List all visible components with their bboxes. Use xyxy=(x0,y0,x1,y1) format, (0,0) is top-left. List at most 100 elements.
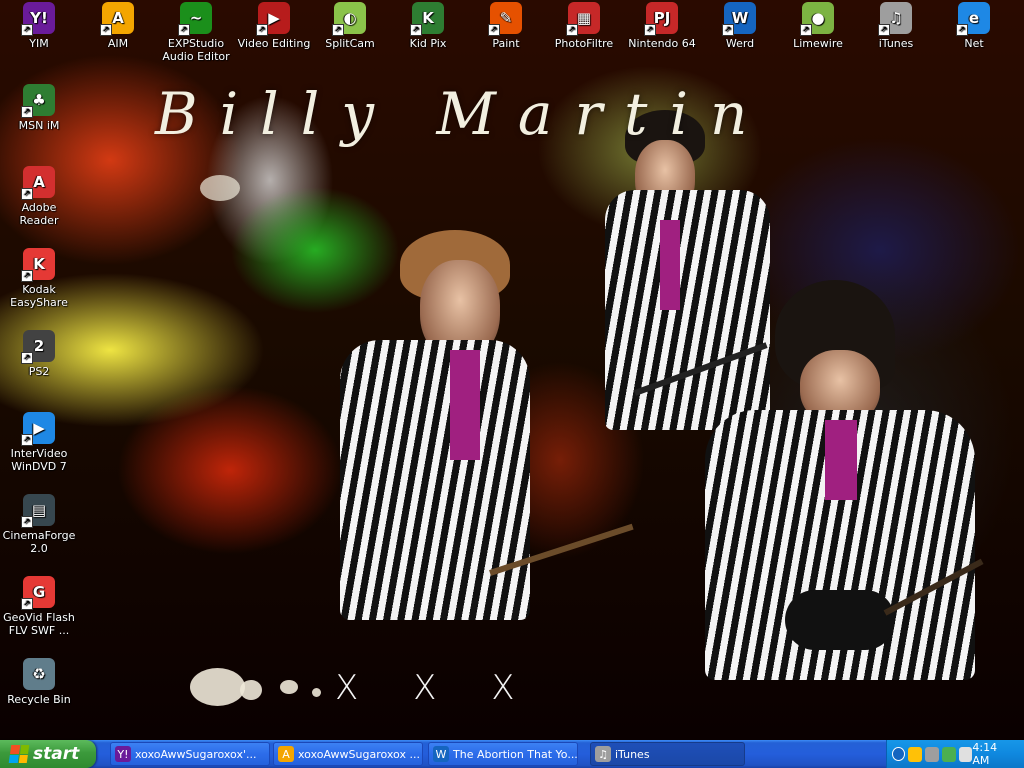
wallpaper-title: Billy Martin xyxy=(155,80,770,148)
shortcut-arrow-icon: ↗ xyxy=(878,24,890,36)
messenger-status-icon[interactable] xyxy=(941,746,956,762)
guitarist-right xyxy=(705,280,995,680)
desktop-icon-label: SplitCam xyxy=(325,37,375,50)
shortcut-arrow-icon: ↗ xyxy=(332,24,344,36)
shortcut-arrow-icon: ↗ xyxy=(722,24,734,36)
itunes-icon: ♫ xyxy=(595,746,611,762)
shortcut-arrow-icon: ↗ xyxy=(566,24,578,36)
desktop-icon-kodak[interactable]: K ↗ Kodak EasyShare xyxy=(1,248,77,309)
project64-icon: PJ ↗ xyxy=(644,2,678,36)
paint-splat xyxy=(312,688,321,697)
shortcut-arrow-icon: ↗ xyxy=(410,24,422,36)
desktop-icon-kidpix[interactable]: K ↗ Kid Pix xyxy=(390,2,466,50)
werd-icon: W ↗ xyxy=(722,2,756,36)
task-label: iTunes xyxy=(615,747,650,761)
desktop-icon-label: PS2 xyxy=(28,365,50,378)
taskbar-task-button[interactable]: ♫ iTunes xyxy=(590,742,745,766)
taskbar-task-button[interactable]: Y! xoxoAwwSugaroxox'... xyxy=(110,742,270,766)
shortcut-arrow-icon: ↗ xyxy=(21,598,33,610)
task-label: xoxoAwwSugaroxox'... xyxy=(135,747,257,761)
audio-editor-icon: ~ ↗ xyxy=(178,2,212,36)
desktop-icon-video-editing[interactable]: ▶ ↗ Video Editing xyxy=(236,2,312,50)
desktop-icon-label: YIM xyxy=(29,37,49,50)
desktop-icon-photofiltre[interactable]: ▦ ↗ PhotoFiltre xyxy=(546,2,622,50)
desktop-icon-interwideo[interactable]: ▶ ↗ InterVideo WinDVD 7 xyxy=(1,412,77,473)
internet-explorer-icon: e ↗ xyxy=(956,2,990,36)
ps2-icon: 2 ↗ xyxy=(21,330,55,364)
shortcut-arrow-icon: ↗ xyxy=(21,270,33,282)
paint-splat xyxy=(190,668,245,706)
desktop-icon-recycle-bin[interactable]: ♻ Recycle Bin xyxy=(1,658,77,706)
splitcam-icon: ◐ ↗ xyxy=(332,2,366,36)
desktop-icon-exp-studio[interactable]: ~ ↗ EXPStudio Audio Editor xyxy=(158,2,234,63)
desktop-icon-label: Recycle Bin xyxy=(7,693,71,706)
taskbar-task-button[interactable]: AxoxoAwwSugaroxox ... xyxy=(273,742,423,766)
shortcut-arrow-icon: ↗ xyxy=(488,24,500,36)
desktop-icon-paint[interactable]: ✎ ↗ Paint xyxy=(468,2,544,50)
desktop-icon-label: Nintendo 64 xyxy=(628,37,696,50)
user-icon[interactable] xyxy=(958,746,973,762)
desktop-icon-label: GeoVid Flash FLV SWF ... xyxy=(3,611,75,637)
wallpaper-marks: X X X xyxy=(335,668,537,708)
aim-running-man-icon: A xyxy=(278,746,294,762)
guitarist-left xyxy=(340,230,634,630)
desktop-icon-label: Net xyxy=(964,37,984,50)
paint-icon: ✎ ↗ xyxy=(488,2,522,36)
shortcut-arrow-icon: ↗ xyxy=(178,24,190,36)
desktop-icon-label: Kid Pix xyxy=(409,37,447,50)
desktop-icon-label: AIM xyxy=(107,37,129,50)
paint-splat xyxy=(280,680,298,694)
start-label: start xyxy=(33,744,80,764)
desktop-icon-ps2[interactable]: 2 ↗ PS2 xyxy=(1,330,77,378)
desktop-icon-aim[interactable]: A ↗ AIM xyxy=(80,2,156,50)
shortcut-arrow-icon: ↗ xyxy=(644,24,656,36)
desktop-icon-net[interactable]: e ↗ Net xyxy=(936,2,1012,50)
desktop-icon-adobe-reader[interactable]: A ↗ Adobe Reader xyxy=(1,166,77,227)
itunes-icon: ♫ ↗ xyxy=(878,2,912,36)
yahoo-messenger-icon: Y! ↗ xyxy=(21,2,55,36)
desktop-icon-label: Paint xyxy=(492,37,520,50)
limewire-icon: ● ↗ xyxy=(800,2,834,36)
task-label: The Abortion That Yo... xyxy=(453,747,578,761)
desktop-icon-nintendo64[interactable]: PJ ↗ Nintendo 64 xyxy=(624,2,700,50)
paint-splat xyxy=(240,680,262,700)
cinemaforge-icon: ▤ ↗ xyxy=(21,494,55,528)
taskbar-clock[interactable]: 4:14 AM xyxy=(972,741,1014,767)
desktop-icon-msn[interactable]: ♣ ↗ MSN iM xyxy=(1,84,77,132)
desktop-icon-label: Kodak EasyShare xyxy=(10,283,68,309)
system-tray: 4:14 AM xyxy=(886,740,1024,768)
network-icon[interactable] xyxy=(908,746,922,762)
aim-running-man-icon: A ↗ xyxy=(100,2,134,36)
desktop-icon-splitcam[interactable]: ◐ ↗ SplitCam xyxy=(312,2,388,50)
shortcut-arrow-icon: ↗ xyxy=(256,24,268,36)
desktop-wallpaper: Billy Martin X X X xyxy=(0,0,1024,740)
desktop-icon-yim[interactable]: Y! ↗ YIM xyxy=(1,2,77,50)
desktop-icon-label: Werd xyxy=(725,37,755,50)
show-hidden-icons-icon[interactable] xyxy=(892,747,906,761)
taskbar: start Y! xoxoAwwSugaroxox'... AxoxoAwwSuga… xyxy=(0,740,1024,768)
desktop-icon-limewire[interactable]: ● ↗ Limewire xyxy=(780,2,856,50)
desktop-icon-label: iTunes xyxy=(878,37,914,50)
desktop-icon-werd[interactable]: W ↗ Werd xyxy=(702,2,778,50)
taskbar-task-button[interactable]: W The Abortion That Yo... xyxy=(428,742,578,766)
shortcut-arrow-icon: ↗ xyxy=(21,352,33,364)
photofiltre-icon: ▦ ↗ xyxy=(566,2,600,36)
shortcut-arrow-icon: ↗ xyxy=(800,24,812,36)
desktop-icon-label: MSN iM xyxy=(18,119,60,132)
paint-splat xyxy=(200,175,240,201)
volume-icon[interactable] xyxy=(924,746,939,762)
desktop-icon-cinemaforge[interactable]: ▤ ↗ CinemaForge 2.0 xyxy=(1,494,77,555)
start-button[interactable]: start xyxy=(0,740,96,768)
shortcut-arrow-icon: ↗ xyxy=(100,24,112,36)
desktop-icon-itunes[interactable]: ♫ ↗ iTunes xyxy=(858,2,934,50)
shortcut-arrow-icon: ↗ xyxy=(21,516,33,528)
geovid-icon: G ↗ xyxy=(21,576,55,610)
shortcut-arrow-icon: ↗ xyxy=(21,106,33,118)
desktop-icon-geovid[interactable]: G ↗ GeoVid Flash FLV SWF ... xyxy=(1,576,77,637)
yahoo-messenger-icon: Y! xyxy=(115,746,131,762)
msn-messenger-icon: ♣ ↗ xyxy=(21,84,55,118)
windvd-icon: ▶ ↗ xyxy=(21,412,55,446)
desktop-icon-label: Adobe Reader xyxy=(19,201,59,227)
kid-pix-icon: K ↗ xyxy=(410,2,444,36)
shortcut-arrow-icon: ↗ xyxy=(21,434,33,446)
